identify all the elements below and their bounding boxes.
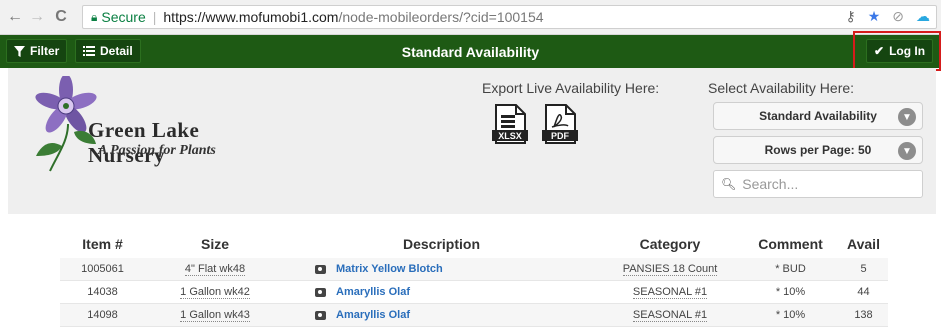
table-header: Item # Size Description Category Comment… — [60, 230, 888, 258]
header-category[interactable]: Category — [598, 236, 742, 252]
cell-avail: 5 — [860, 263, 867, 275]
star-icon[interactable]: ★ — [868, 8, 881, 25]
table-row[interactable]: 14038 1 Gallon wk42 Amaryllis Olaf SEASO… — [60, 281, 888, 304]
xlsx-export-icon[interactable]: XLSX — [492, 104, 528, 144]
table-row[interactable]: 14098 1 Gallon wk43 Amaryllis Olaf SEASO… — [60, 304, 888, 327]
table-row[interactable]: 1005061 4" Flat wk48 Matrix Yellow Blotc… — [60, 258, 888, 281]
header-item[interactable]: Item # — [60, 236, 145, 252]
nursery-logo: Green Lake Nursery A Passion for Plants — [28, 76, 268, 186]
cell-size: 1 Gallon wk43 — [145, 309, 285, 322]
list-icon — [83, 46, 95, 56]
cell-item: 1005061 — [81, 263, 124, 275]
cell-size: 4" Flat wk48 — [145, 263, 285, 276]
table-body: 1005061 4" Flat wk48 Matrix Yellow Blotc… — [60, 258, 888, 327]
cell-item: 14038 — [87, 286, 118, 298]
description-link[interactable]: Amaryllis Olaf — [336, 286, 410, 298]
search-input[interactable]: 🔍︎ Search... — [713, 170, 923, 198]
pdf-label: PDF — [551, 131, 570, 141]
cell-category-text: PANSIES 18 Count — [622, 263, 718, 276]
cell-comment: * 10% — [775, 309, 806, 321]
availability-table: Item # Size Description Category Comment… — [60, 230, 888, 327]
cell-category-text: SEASONAL #1 — [632, 309, 708, 322]
address-separator: | — [152, 9, 157, 25]
cell-avail: 138 — [854, 309, 873, 321]
cloud-icon[interactable]: ☁ — [916, 8, 930, 25]
availability-select[interactable]: Standard Availability ▼ — [713, 102, 923, 130]
pdf-export-icon[interactable]: PDF — [542, 104, 578, 144]
block-icon[interactable]: ⊘ — [892, 8, 904, 25]
filter-label: Filter — [30, 44, 60, 58]
cell-description: Matrix Yellow Blotch — [285, 263, 598, 275]
header-description[interactable]: Description — [285, 236, 598, 252]
camera-icon[interactable] — [315, 287, 326, 297]
cell-comment: * BUD — [775, 263, 806, 275]
cell-size-text: 1 Gallon wk42 — [180, 286, 250, 299]
camera-icon[interactable] — [315, 264, 326, 274]
reload-button[interactable]: C — [50, 6, 72, 28]
cell-description: Amaryllis Olaf — [285, 286, 598, 298]
secure-label: Secure — [101, 9, 146, 25]
cell-category: SEASONAL #1 — [598, 286, 742, 299]
lock-icon: 🔒︎ — [91, 9, 98, 24]
rows-per-page-value: Rows per Page: 50 — [764, 143, 872, 157]
browser-toolbar: ← → C 🔒︎ Secure | https://www.mofumobi1.… — [0, 0, 941, 35]
cell-size-text: 1 Gallon wk43 — [180, 309, 250, 322]
header-avail[interactable]: Avail — [839, 236, 888, 252]
select-label: Select Availability Here: — [708, 80, 855, 96]
logo-tagline: A Passion for Plants — [98, 143, 216, 158]
login-highlight-box — [853, 31, 941, 71]
search-icon: 🔍︎ — [721, 177, 737, 191]
header-panel: Green Lake Nursery A Passion for Plants … — [8, 68, 936, 214]
rows-per-page-select[interactable]: Rows per Page: 50 ▼ — [713, 136, 923, 164]
page-title: Standard Availability — [401, 44, 540, 60]
cell-item: 14098 — [87, 309, 118, 321]
export-label: Export Live Availability Here: — [482, 80, 660, 96]
cell-description: Amaryllis Olaf — [285, 309, 598, 321]
cell-category: SEASONAL #1 — [598, 309, 742, 322]
back-button[interactable]: ← — [4, 6, 26, 28]
camera-icon[interactable] — [315, 310, 326, 320]
url-text: https://www.mofumobi1.com/node-mobileord… — [163, 9, 543, 25]
filter-icon — [14, 45, 25, 57]
detail-button[interactable]: Detail — [75, 39, 141, 63]
key-icon[interactable]: ⚷ — [845, 8, 855, 25]
chevron-down-icon: ▼ — [898, 108, 916, 126]
cell-category: PANSIES 18 Count — [598, 263, 742, 276]
cell-category-text: SEASONAL #1 — [632, 286, 708, 299]
xlsx-label: XLSX — [498, 131, 522, 141]
availability-select-value: Standard Availability — [759, 109, 877, 123]
forward-button[interactable]: → — [26, 6, 48, 28]
url-host: https://www.mofumobi1.com — [163, 9, 339, 25]
cell-comment: * 10% — [775, 286, 806, 298]
chevron-down-icon: ▼ — [898, 142, 916, 160]
filter-button[interactable]: Filter — [6, 39, 68, 63]
description-link[interactable]: Matrix Yellow Blotch — [336, 263, 443, 275]
address-bar[interactable]: 🔒︎ Secure | https://www.mofumobi1.com/no… — [82, 5, 937, 29]
header-size[interactable]: Size — [145, 236, 285, 252]
search-placeholder: Search... — [742, 176, 799, 192]
url-path: /node-mobileorders/?cid=100154 — [338, 9, 544, 25]
cell-avail: 44 — [857, 286, 870, 298]
header-comment[interactable]: Comment — [742, 236, 839, 252]
description-link[interactable]: Amaryllis Olaf — [336, 309, 410, 321]
detail-label: Detail — [100, 44, 133, 58]
cell-size-text: 4" Flat wk48 — [184, 263, 246, 276]
cell-size: 1 Gallon wk42 — [145, 286, 285, 299]
app-bar: Filter Detail Standard Availability ✔ Lo… — [0, 35, 941, 68]
